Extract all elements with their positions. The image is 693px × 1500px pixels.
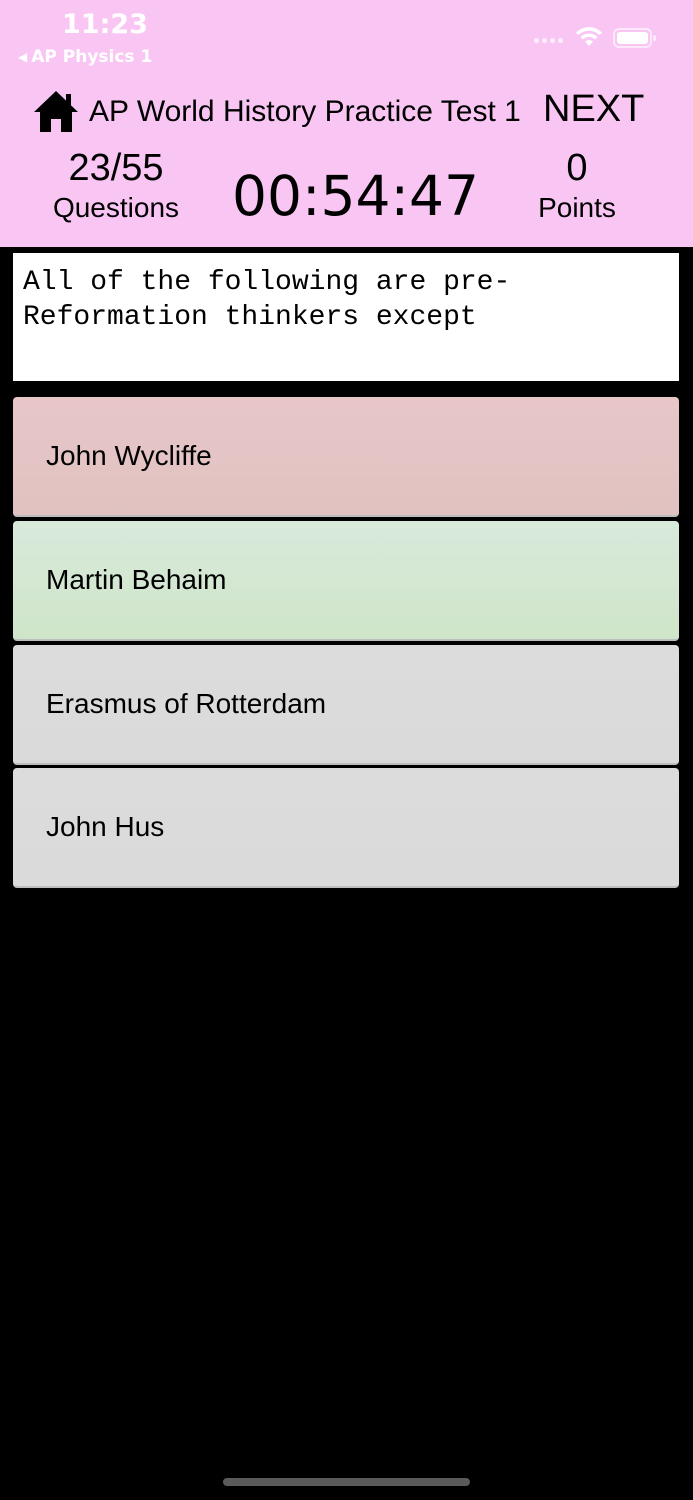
home-icon[interactable] — [33, 88, 79, 134]
cellular-signal-icon — [534, 38, 563, 43]
answer-option-1[interactable]: John Wycliffe — [13, 397, 679, 517]
question-progress: 23/55 Questions — [30, 146, 202, 226]
back-link-label: AP Physics 1 — [31, 47, 153, 67]
points-label: Points — [538, 192, 616, 223]
question-progress-value: 23/55 — [68, 147, 164, 189]
next-button[interactable]: NEXT — [543, 88, 644, 131]
timer: 00:54:47 — [232, 164, 480, 228]
back-to-app-link[interactable]: ◀ AP Physics 1 — [18, 47, 152, 67]
points-counter: 0 Points — [516, 146, 638, 226]
home-indicator[interactable] — [223, 1478, 470, 1486]
points-value: 0 — [566, 147, 588, 189]
answer-option-4[interactable]: John Hus — [13, 768, 679, 888]
wifi-icon — [576, 27, 602, 46]
back-triangle-icon: ◀ — [18, 50, 28, 64]
status-time: 11:23 — [62, 9, 148, 40]
question-text: All of the following are pre-Reformation… — [13, 253, 679, 381]
answer-option-label: John Wycliffe — [46, 440, 212, 471]
answer-option-label: Erasmus of Rotterdam — [46, 688, 327, 719]
answer-option-3[interactable]: Erasmus of Rotterdam — [13, 645, 679, 765]
page-title: AP World History Practice Test 1 — [89, 95, 521, 128]
answer-option-label: Martin Behaim — [46, 564, 227, 595]
header-bar: 11:23 ◀ AP Physics 1 AP World History Pr… — [0, 0, 693, 247]
question-progress-label: Questions — [52, 192, 180, 223]
answer-option-2[interactable]: Martin Behaim — [13, 521, 679, 641]
answer-option-label: John Hus — [46, 811, 165, 842]
battery-icon — [613, 28, 656, 48]
